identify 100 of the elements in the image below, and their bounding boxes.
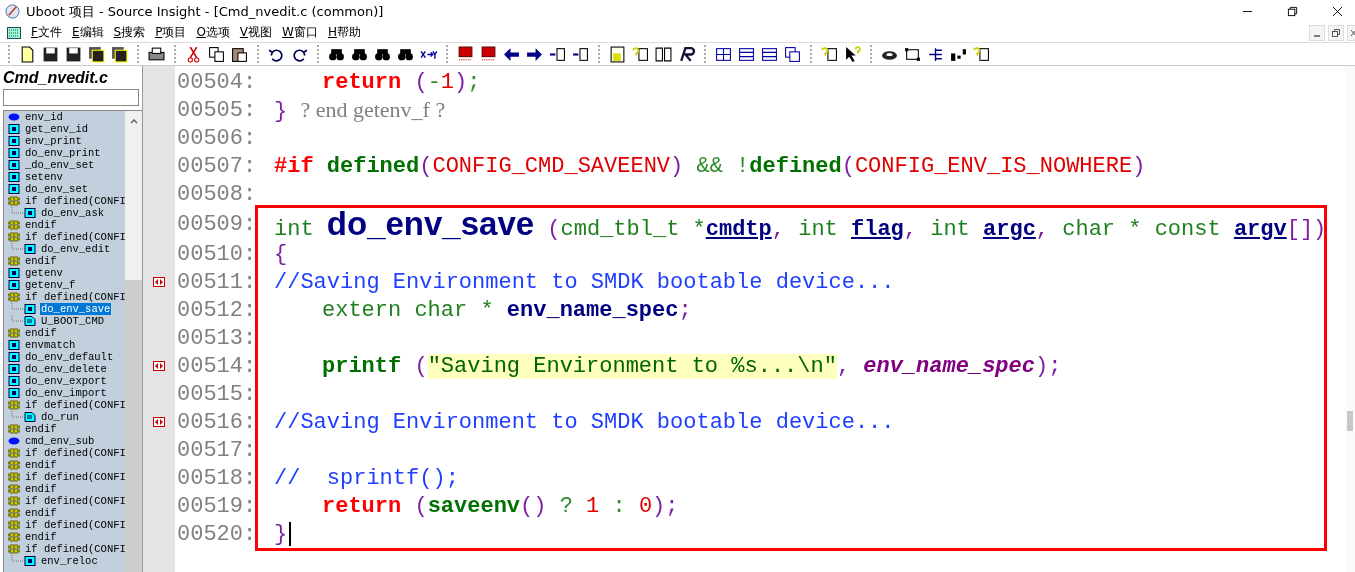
code-comment: //Saving Environment to SMDK bootable device... bbox=[274, 409, 895, 435]
symbol-item[interactable]: do_env_edit bbox=[4, 243, 125, 255]
symbol-item[interactable]: cmd_env_sub bbox=[4, 435, 125, 447]
line-number: 00520: bbox=[176, 521, 257, 547]
symbol-item[interactable]: if defined(CONFI bbox=[4, 471, 125, 483]
line-number: 00518: bbox=[176, 465, 257, 491]
symbol-item[interactable]: endif bbox=[4, 327, 125, 339]
tree-icon[interactable] bbox=[927, 45, 944, 63]
new-file-icon[interactable] bbox=[19, 45, 36, 63]
symbol-item[interactable]: endif bbox=[4, 219, 125, 231]
menu-item[interactable]: P项目 bbox=[151, 24, 193, 41]
symbol-item[interactable]: if defined(CONFI bbox=[4, 399, 125, 411]
line-number: 00515: bbox=[176, 381, 257, 407]
code-line: { bbox=[274, 241, 288, 267]
symbol-item[interactable]: do_env_ask bbox=[4, 207, 125, 219]
symbol-item[interactable]: endif bbox=[4, 459, 125, 471]
symbol-item[interactable]: endif bbox=[4, 423, 125, 435]
symbol-item[interactable]: do_env_print bbox=[4, 147, 125, 159]
symbol-item[interactable]: if defined(CONFI bbox=[4, 447, 125, 459]
line-number: 00514: bbox=[176, 353, 257, 379]
symbol-item[interactable]: endif bbox=[4, 483, 125, 495]
bookmark-icon[interactable] bbox=[457, 45, 474, 63]
panel-icon[interactable] bbox=[738, 45, 755, 63]
symbol-item[interactable]: env_reloc bbox=[4, 555, 125, 567]
book-icon[interactable] bbox=[655, 45, 672, 63]
frame-icon[interactable] bbox=[904, 45, 921, 63]
save-icon[interactable] bbox=[65, 45, 82, 63]
cut-icon[interactable] bbox=[185, 45, 202, 63]
save-all-icon[interactable] bbox=[111, 45, 128, 63]
symbol-item[interactable]: if defined(CONFI bbox=[4, 495, 125, 507]
save-icon[interactable] bbox=[42, 45, 59, 63]
symbol-item[interactable]: _do_env_set bbox=[4, 159, 125, 171]
symbol-item[interactable]: endif bbox=[4, 531, 125, 543]
line-number: 00512: bbox=[176, 297, 257, 323]
symbol-item[interactable]: if defined(CONFI bbox=[4, 231, 125, 243]
line-number: 00509: bbox=[176, 211, 257, 237]
line-number: 00519: bbox=[176, 493, 257, 519]
symbol-item[interactable]: env_id bbox=[4, 111, 125, 123]
scrollbar-thumb[interactable] bbox=[125, 280, 142, 572]
menu-item[interactable]: S搜索 bbox=[109, 24, 152, 41]
menu-item[interactable]: W窗口 bbox=[278, 24, 324, 41]
code-line: return (-1); bbox=[321, 69, 481, 95]
close-icon[interactable] bbox=[1332, 6, 1343, 17]
symbol-item[interactable]: do_env_default bbox=[4, 351, 125, 363]
menu-item[interactable]: V视图 bbox=[235, 24, 279, 41]
copy-icon[interactable] bbox=[208, 45, 225, 63]
bookmark-icon[interactable] bbox=[480, 45, 497, 63]
line-number: 00510: bbox=[176, 241, 257, 267]
print-icon[interactable] bbox=[148, 45, 165, 63]
jump-icon[interactable] bbox=[572, 45, 589, 63]
file-name: Cmd_nvedit.c bbox=[2, 68, 109, 88]
symbol-item[interactable]: getenv bbox=[4, 267, 125, 279]
symbol-item[interactable]: getenv_f bbox=[4, 279, 125, 291]
code-line: int do_env_save (cmd_tbl_t *cmdtp, int flag, int argc, char * const argv[]) bbox=[274, 205, 1327, 243]
symbol-item[interactable]: do_env_import bbox=[4, 387, 125, 399]
line-number: 00513: bbox=[176, 325, 257, 351]
help-icon[interactable] bbox=[821, 45, 838, 63]
symbol-item[interactable]: do_env_delete bbox=[4, 363, 125, 375]
symbol-item[interactable]: endif bbox=[4, 255, 125, 267]
symbol-item[interactable]: endif bbox=[4, 507, 125, 519]
symbol-item[interactable]: env_print bbox=[4, 135, 125, 147]
code-line: extern char * env_name_spec; bbox=[321, 297, 692, 323]
line-number: 00505: bbox=[176, 97, 257, 123]
line-number: 00506: bbox=[176, 125, 257, 151]
pointer-help-icon[interactable] bbox=[844, 45, 861, 63]
menu-item[interactable]: H帮助 bbox=[323, 24, 367, 41]
symbol-item[interactable]: if defined(CONFI bbox=[4, 519, 125, 531]
symbol-item[interactable]: if defined(CONFI bbox=[4, 543, 125, 555]
save-all-icon[interactable] bbox=[88, 45, 105, 63]
layout-icon[interactable] bbox=[715, 45, 732, 63]
symbol-item[interactable]: get_env_id bbox=[4, 123, 125, 135]
scrollbar-thumb[interactable] bbox=[1347, 411, 1353, 431]
paste-icon[interactable] bbox=[231, 45, 248, 63]
menu-item[interactable]: F文件 bbox=[27, 24, 68, 41]
app-icon bbox=[5, 4, 20, 19]
symbol-item[interactable]: envmatch bbox=[4, 339, 125, 351]
code-line: #if defined(CONFIG_CMD_SAVEENV) && !defined(CONFIG_ENV_IS_NOWHERE) bbox=[274, 153, 1146, 179]
menu-item[interactable]: O选项 bbox=[192, 24, 236, 41]
restore-icon[interactable] bbox=[1287, 6, 1298, 17]
restore-icon[interactable] bbox=[1328, 24, 1344, 41]
symbol-item[interactable]: setenv bbox=[4, 171, 125, 183]
symbol-item[interactable]: if defined(CONFI bbox=[4, 291, 125, 303]
help-icon[interactable] bbox=[973, 45, 990, 63]
panel-icon[interactable] bbox=[761, 45, 778, 63]
symbol-search-field[interactable] bbox=[3, 89, 139, 106]
jump-icon[interactable] bbox=[549, 45, 566, 63]
symbol-item[interactable]: do_env_export bbox=[4, 375, 125, 387]
scroll-up-icon[interactable] bbox=[128, 117, 139, 125]
help-icon[interactable] bbox=[632, 45, 649, 63]
windows-icon[interactable] bbox=[784, 45, 801, 63]
line-number: 00508: bbox=[176, 181, 257, 207]
symbol-item[interactable]: do_run bbox=[4, 411, 125, 423]
symbol-item[interactable]: U_BOOT_CMD bbox=[4, 315, 125, 327]
code-line: return (saveenv() ? 1 : 0); bbox=[321, 493, 679, 519]
code-comment: //Saving Environment to SMDK bootable device... bbox=[274, 269, 895, 295]
symbol-item[interactable]: if defined(CONFI bbox=[4, 195, 125, 207]
document-icon[interactable] bbox=[7, 26, 21, 39]
symbol-item[interactable]: do_env_set bbox=[4, 183, 125, 195]
menu-item[interactable]: E编辑 bbox=[67, 24, 110, 41]
code-comment: // sprintf(); bbox=[274, 465, 459, 491]
